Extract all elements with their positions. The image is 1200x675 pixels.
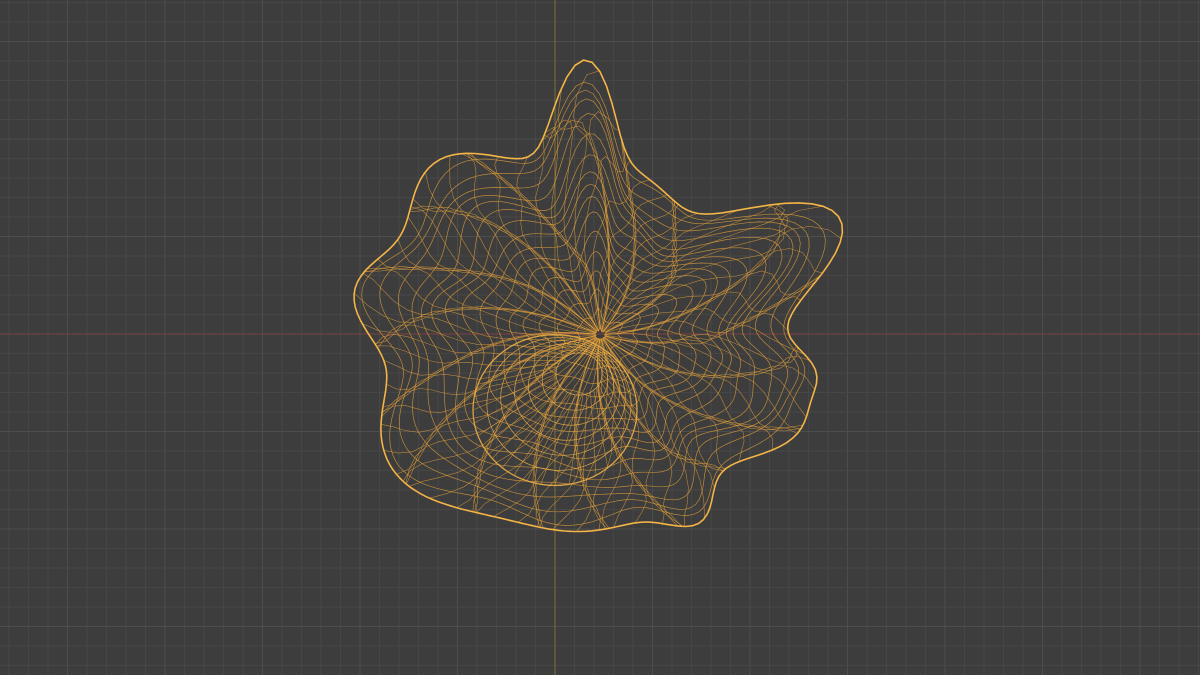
mesh-spoke: [579, 338, 601, 531]
crater-spoke: [526, 393, 572, 482]
crater-spoke: [477, 381, 558, 437]
mesh-spoke: [605, 225, 842, 333]
mesh-spoke: [475, 338, 599, 513]
mesh-spoke: [406, 336, 597, 485]
mesh-radial-edges: [353, 70, 842, 532]
crater-spoke: [554, 395, 580, 486]
viewport-canvas[interactable]: [0, 0, 1200, 675]
3d-viewport[interactable]: [0, 0, 1200, 675]
floor-grid: [0, 0, 1200, 675]
mesh-ring: [444, 171, 748, 459]
mesh-spoke: [405, 337, 597, 484]
mesh-spoke: [601, 338, 633, 528]
mesh-spoke: [383, 336, 597, 454]
mesh-spoke: [353, 292, 596, 335]
mesh-spoke: [466, 153, 598, 332]
mesh-spoke: [603, 336, 725, 470]
mesh-spoke: [601, 201, 676, 332]
crater-spoke: [491, 387, 562, 459]
